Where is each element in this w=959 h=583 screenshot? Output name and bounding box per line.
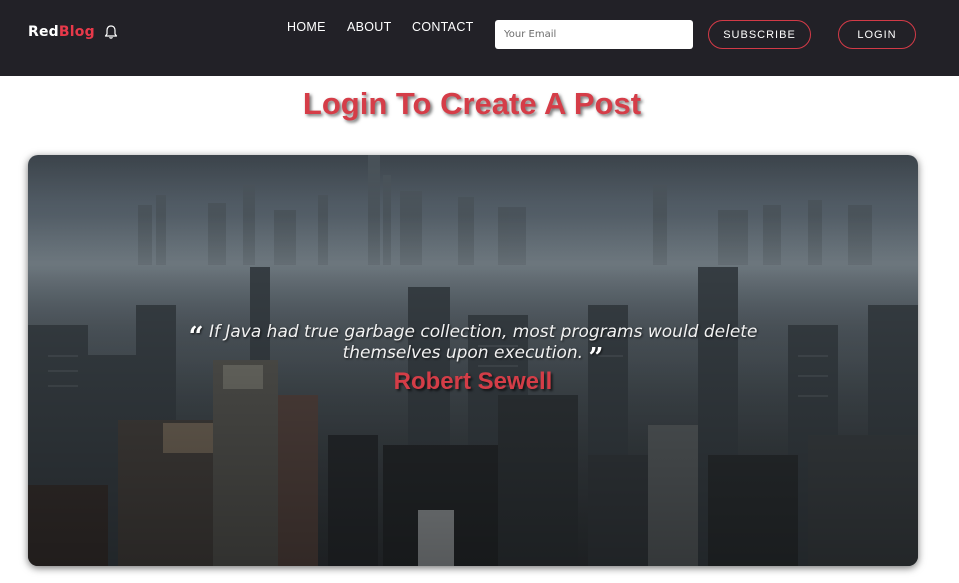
brand-blog: Blog [58,24,95,40]
quote-close-icon: ” [588,343,604,373]
quote-line-2: themselves upon execution. [342,343,584,363]
brand-red: Red [28,24,59,40]
nav-contact-link[interactable]: CONTACT [412,20,474,34]
email-input[interactable] [495,20,693,49]
quote-block: “ If Java had true garbage collection, m… [28,322,918,396]
nav-home-link[interactable]: HOME [287,20,326,34]
subscribe-button[interactable]: SUBSCRIBE [708,20,811,49]
quote-line-1: If Java had true garbage collection, mos… [208,322,758,342]
brand-logo[interactable]: RedBlog [28,24,95,40]
nav-about-link[interactable]: ABOUT [347,20,392,34]
quote-open-icon: “ [188,322,204,352]
hero-banner: “ If Java had true garbage collection, m… [28,155,918,566]
page-title: Login To Create A Post [302,86,642,121]
quote-text: “ If Java had true garbage collection, m… [28,322,918,371]
login-button[interactable]: LOGIN [838,20,916,49]
navbar: RedBlog HOME ABOUT CONTACT SUBSCRIBE LOG… [0,0,959,76]
quote-author: Robert Sewell [393,368,553,395]
bell-icon[interactable] [104,24,118,40]
